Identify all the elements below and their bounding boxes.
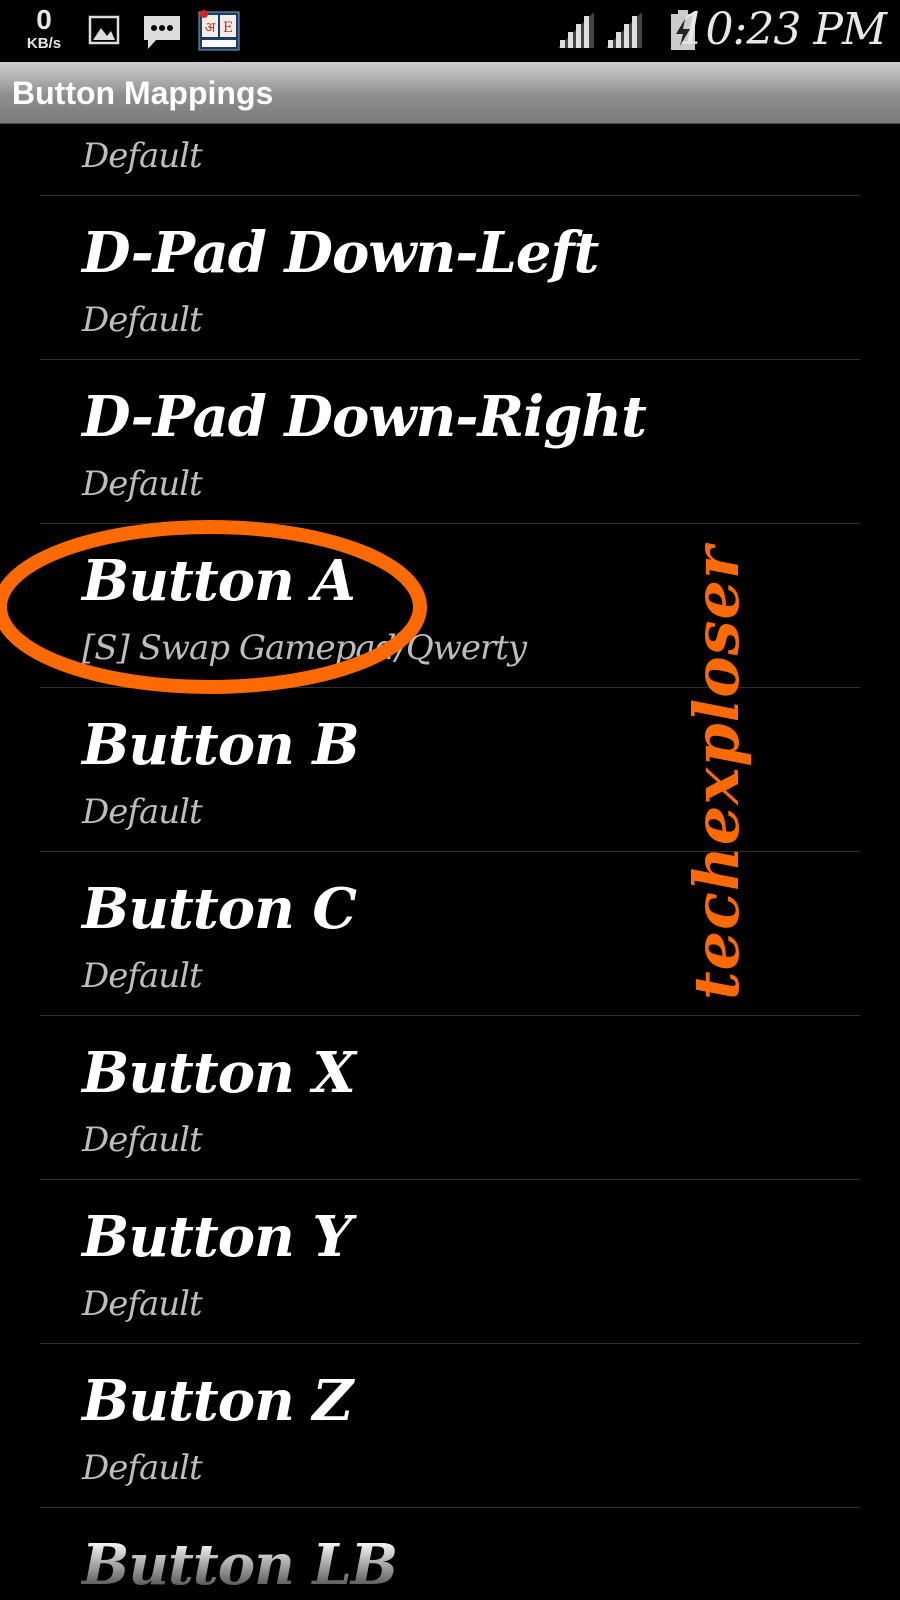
network-speed-unit: KB/s [26, 35, 62, 52]
list-item-title: Button C [82, 876, 357, 942]
list-item-subtitle: Default [82, 300, 203, 340]
list-item[interactable]: Button LB [40, 1508, 860, 1600]
list-item[interactable]: Button X Default [40, 1016, 860, 1180]
clock: 10:23 PM [678, 4, 887, 55]
list-item-subtitle: Default [82, 1448, 203, 1488]
page-title: Button Mappings [12, 75, 274, 111]
list-item-subtitle: Default [82, 1120, 203, 1160]
list-item[interactable]: Button Y Default [40, 1180, 860, 1344]
list-item-subtitle: Default [82, 1284, 203, 1324]
svg-text:अ: अ [205, 20, 216, 36]
image-icon [88, 15, 120, 45]
list-item-subtitle: Default [82, 464, 203, 504]
list-item-title: Button B [82, 712, 360, 778]
list-item-subtitle: Default [82, 792, 203, 832]
marathi-keyboard-icon: अ E [198, 10, 240, 51]
list-item-subtitle: Default [82, 136, 203, 176]
signal-icon [558, 12, 594, 48]
list-item-title: Button Y [82, 1204, 352, 1270]
list-item-subtitle: Default [82, 956, 203, 996]
list-item-subtitle: [S] Swap Gamepad/Qwerty [82, 628, 527, 668]
list-item-title: Button A [82, 548, 356, 614]
status-bar: 0 KB/s अ E 10:23 PM [0, 0, 900, 62]
network-speed: 0 KB/s [18, 4, 70, 52]
network-speed-value: 0 [36, 4, 52, 35]
list-item-title: Button LB [82, 1532, 398, 1598]
message-icon [144, 16, 180, 49]
list-item[interactable]: Default [40, 124, 860, 196]
watermark: techexploser [680, 545, 753, 1000]
svg-text:E: E [223, 20, 233, 36]
action-bar: Button Mappings [0, 62, 900, 124]
button-mappings-list[interactable]: Default D-Pad Down-Left Default D-Pad Do… [0, 124, 900, 1600]
list-item-title: Button Z [82, 1368, 353, 1434]
list-item-title: Button X [82, 1040, 356, 1106]
list-item[interactable]: D-Pad Down-Left Default [40, 196, 860, 360]
signal-icon [606, 12, 642, 48]
list-item-title: D-Pad Down-Right [82, 384, 647, 450]
list-item[interactable]: Button Z Default [40, 1344, 860, 1508]
list-item[interactable]: D-Pad Down-Right Default [40, 360, 860, 524]
list-item-title: D-Pad Down-Left [82, 220, 599, 286]
